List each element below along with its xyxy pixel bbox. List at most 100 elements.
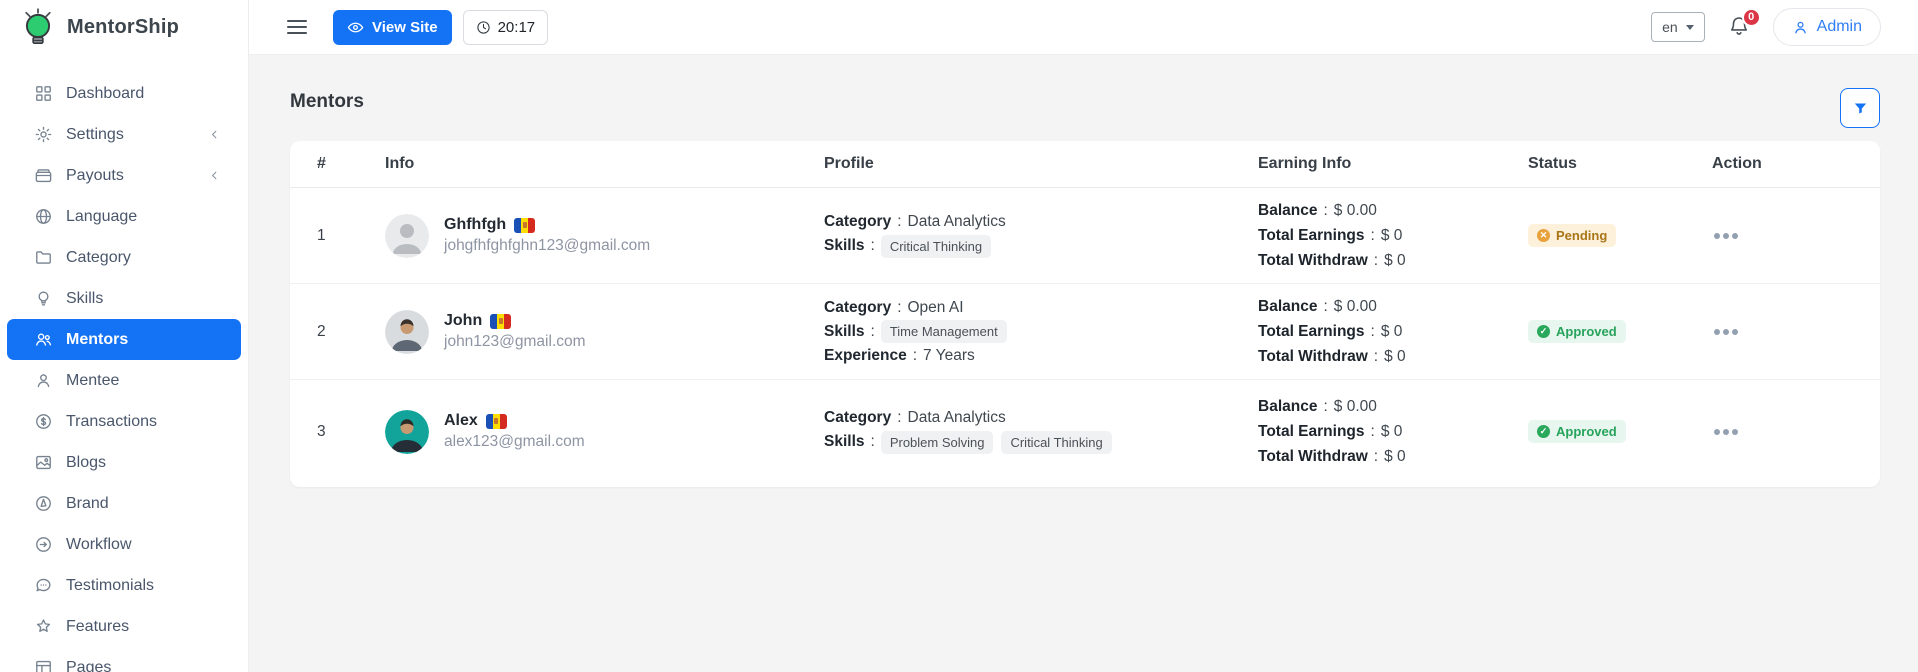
skill-badge: Time Management [881,320,1007,343]
sidebar-item-label: Language [66,208,137,226]
mentor-name: Alex [444,412,478,430]
row-actions-button[interactable] [1712,323,1740,341]
row-number: 2 [317,323,385,341]
view-site-button[interactable]: View Site [333,10,452,45]
dashboard-icon [34,84,53,103]
country-flag-icon [486,414,507,429]
clock-chip[interactable]: 20:17 [463,10,549,45]
main-area: View Site 20:17 en 0 Admin [249,0,1918,672]
table-header-row: # Info Profile Earning Info Status Actio… [290,141,1880,188]
sidebar-item-label: Settings [66,126,124,144]
withdraw-value: $ 0 [1384,252,1406,269]
brand-name: MentorShip [67,16,179,39]
image-icon [34,453,53,472]
header-action: Action [1712,155,1853,173]
row-actions-button[interactable] [1712,423,1740,441]
sidebar-item-label: Mentors [66,331,128,349]
skill-badge: Problem Solving [881,431,994,454]
sidebar-item-payouts[interactable]: Payouts [7,155,241,196]
earning-cell: Balance:$ 0.00 Total Earnings:$ 0 Total … [1258,198,1528,273]
mentors-table-card: # Info Profile Earning Info Status Actio… [290,141,1880,487]
sidebar-item-label: Skills [66,290,103,308]
brand-logo[interactable]: MentorShip [0,0,248,55]
status-badge-approved: ✓Approved [1528,320,1626,343]
user-icon [34,371,53,390]
table-row: 2 John john123@gmail.com [290,284,1880,380]
admin-button[interactable]: Admin [1773,8,1881,46]
notification-count-badge: 0 [1742,8,1761,27]
sidebar-item-language[interactable]: Language [7,196,241,237]
balance-value: $ 0.00 [1334,298,1377,315]
status-cell: ✓Approved [1528,320,1712,343]
header-num: # [317,155,385,173]
sidebar-item-features[interactable]: Features [7,606,241,647]
sidebar-item-mentee[interactable]: Mentee [7,360,241,401]
hamburger-menu-icon[interactable] [287,20,307,34]
page-title: Mentors [290,91,1880,113]
caret-down-icon [1686,25,1694,30]
layout-icon [34,658,53,672]
eye-icon [347,19,364,36]
category-value: Data Analytics [908,213,1006,231]
sidebar-item-label: Features [66,618,129,636]
clock-icon [476,20,491,35]
earnings-value: $ 0 [1381,323,1403,340]
category-value: Open AI [908,299,964,317]
chat-bubble-icon [34,576,53,595]
profile-cell: Category:Data Analytics Skills:Critical … [824,210,1258,262]
status-cell: ✕Pending [1528,224,1712,247]
balance-value: $ 0.00 [1334,202,1377,219]
sidebar-item-category[interactable]: Category [7,237,241,278]
notifications-button[interactable]: 0 [1727,14,1751,41]
sidebar-item-skills[interactable]: Skills [7,278,241,319]
mentor-name: Ghfhfgh [444,216,506,234]
compass-icon [34,494,53,513]
avatar [385,410,429,454]
sidebar-item-pages[interactable]: Pages [7,647,241,672]
balance-value: $ 0.00 [1334,398,1377,415]
status-cell: ✓Approved [1528,420,1712,443]
gear-icon [34,125,53,144]
sidebar-item-label: Transactions [66,413,157,431]
dollar-circle-icon [34,412,53,431]
check-circle-icon: ✓ [1537,425,1550,438]
bulb-icon [34,289,53,308]
row-number: 3 [317,423,385,441]
sidebar-item-dashboard[interactable]: Dashboard [7,73,241,114]
sidebar-item-label: Testimonials [66,577,154,595]
mentor-email: john123@gmail.com [444,333,586,351]
person-icon [1792,19,1809,36]
sidebar-item-label: Blogs [66,454,106,472]
sidebar-item-transactions[interactable]: Transactions [7,401,241,442]
header-info: Info [385,155,824,173]
language-select[interactable]: en [1651,12,1705,42]
action-cell [1712,323,1853,341]
sidebar-item-workflow[interactable]: Workflow [7,524,241,565]
content: Mentors # Info Profile Earning Info Stat… [249,55,1918,672]
withdraw-value: $ 0 [1384,348,1406,365]
avatar [385,310,429,354]
category-value: Data Analytics [908,409,1006,427]
sidebar-item-settings[interactable]: Settings [7,114,241,155]
earning-cell: Balance:$ 0.00 Total Earnings:$ 0 Total … [1258,394,1528,469]
topbar-right: en 0 Admin [1651,8,1881,46]
chevron-left-icon [208,169,221,182]
lightbulb-logo-icon [20,7,56,49]
sidebar-item-mentors[interactable]: Mentors [7,319,241,360]
status-badge-pending: ✕Pending [1528,224,1616,247]
sidebar-item-label: Dashboard [66,85,144,103]
sidebar-item-blogs[interactable]: Blogs [7,442,241,483]
sidebar-item-brand[interactable]: Brand [7,483,241,524]
filter-button[interactable] [1840,88,1880,128]
experience-value: 7 Years [923,347,975,365]
admin-label: Admin [1817,18,1862,36]
row-actions-button[interactable] [1712,227,1740,245]
earning-cell: Balance:$ 0.00 Total Earnings:$ 0 Total … [1258,294,1528,369]
sidebar: MentorShip Dashboard Settings Payouts La… [0,0,249,672]
mentor-info-cell: John john123@gmail.com [385,310,824,354]
withdraw-value: $ 0 [1384,448,1406,465]
arrow-circle-icon [34,535,53,554]
sidebar-item-testimonials[interactable]: Testimonials [7,565,241,606]
star-icon [34,617,53,636]
check-circle-icon: ✓ [1537,325,1550,338]
